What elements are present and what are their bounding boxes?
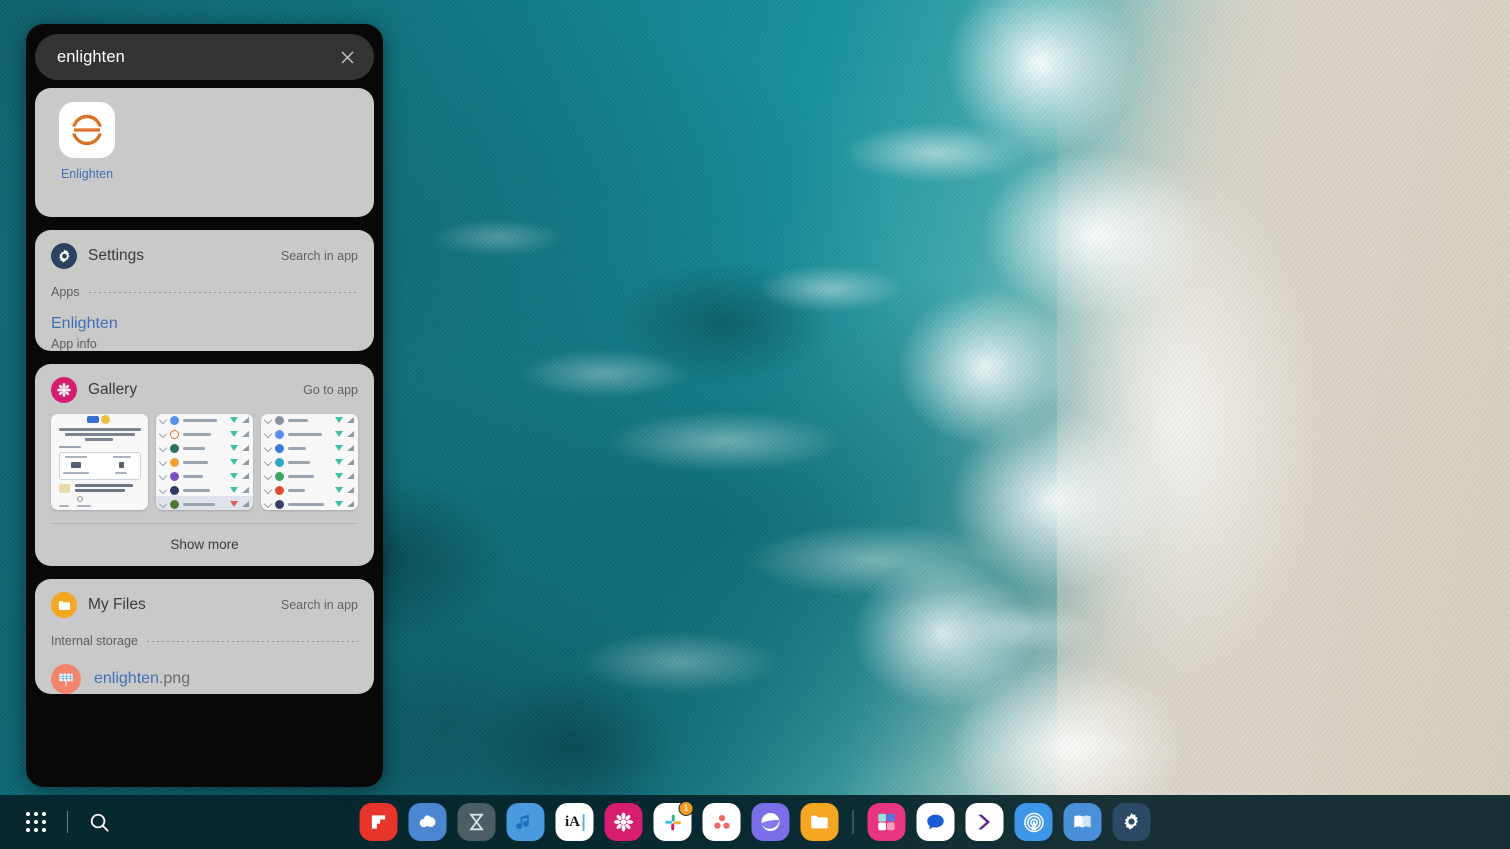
files-search-in-app-link[interactable]: Search in app xyxy=(281,598,358,612)
gallery-thumbnail-2[interactable] xyxy=(156,414,253,510)
app-results-card: Enlighten xyxy=(35,88,374,217)
search-button[interactable] xyxy=(77,800,121,844)
dock-item-color-app[interactable] xyxy=(865,800,909,844)
settings-results-card: Settings Search in app Apps Enlighten Ap… xyxy=(35,230,374,351)
files-section-row: Internal storage xyxy=(35,634,374,648)
file-name: enlighten.png xyxy=(94,670,190,688)
broadcast-icon xyxy=(1014,803,1053,841)
gallery-card-title: Gallery xyxy=(88,381,138,398)
settings-result-subtitle: App info xyxy=(51,337,97,351)
dotted-rule xyxy=(88,291,358,293)
close-icon xyxy=(340,50,354,64)
gallery-card-header: Gallery Go to app xyxy=(35,364,374,403)
gear-icon xyxy=(1112,803,1151,841)
enlighten-app-icon xyxy=(59,102,115,158)
dock-item-samsung-internet[interactable] xyxy=(749,800,793,844)
app-tile-label: Enlighten xyxy=(60,167,114,181)
files-card-header: My Files Search in app xyxy=(35,579,374,618)
dock-item-play-purple[interactable] xyxy=(963,800,1007,844)
dock-item-messages[interactable] xyxy=(914,800,958,844)
files-card-title: My Files xyxy=(88,596,146,613)
files-section-label: Internal storage xyxy=(51,634,138,648)
gallery-thumbnail-1[interactable] xyxy=(51,414,148,510)
dock-item-settings[interactable] xyxy=(1110,800,1154,844)
flipboard-icon xyxy=(359,803,398,841)
slack-notification-badge: 1 xyxy=(678,801,694,816)
taskbar-separator xyxy=(67,811,68,833)
color-blocks-icon xyxy=(867,803,906,841)
clear-search-button[interactable] xyxy=(332,42,362,72)
dock-item-flipboard[interactable] xyxy=(357,800,401,844)
dock-item-asana[interactable] xyxy=(700,800,744,844)
dock: iA 1 xyxy=(357,800,1154,844)
file-name-match: enlighten xyxy=(94,670,159,687)
app-tile-enlighten[interactable]: Enlighten xyxy=(51,102,123,181)
taskbar-left-group xyxy=(0,800,121,844)
file-result-row[interactable]: enlighten.png xyxy=(35,664,374,694)
files-results-card: My Files Search in app Internal storage xyxy=(35,579,374,694)
dock-item-hourglass[interactable] xyxy=(455,800,499,844)
gallery-results-card: Gallery Go to app Show more xyxy=(35,364,374,566)
cloud-icon xyxy=(408,803,447,841)
book-icon xyxy=(1063,803,1102,841)
dock-separator xyxy=(852,810,854,834)
search-icon xyxy=(90,813,109,832)
ia-writer-icon: iA xyxy=(555,803,594,841)
gallery-thumbnail-3[interactable] xyxy=(261,414,358,510)
music-note-icon xyxy=(506,803,545,841)
settings-result-item[interactable]: Enlighten App info xyxy=(35,315,374,351)
chat-bubble-icon xyxy=(916,803,955,841)
settings-card-header: Settings Search in app xyxy=(35,230,374,269)
browser-icon xyxy=(751,803,790,841)
dock-item-ia-writer[interactable]: iA xyxy=(553,800,597,844)
search-input[interactable]: enlighten xyxy=(57,48,332,67)
dock-item-gallery[interactable] xyxy=(602,800,646,844)
gallery-flower-icon xyxy=(604,803,643,841)
gallery-thumbnail-strip xyxy=(35,403,374,510)
apps-grid-icon xyxy=(26,812,46,832)
dotted-rule xyxy=(146,640,358,642)
dock-item-slack[interactable]: 1 xyxy=(651,800,695,844)
gallery-flower-icon xyxy=(51,377,77,403)
search-results-list: Enlighten Settings Search in app Apps En… xyxy=(26,88,383,787)
folder-icon xyxy=(800,803,839,841)
settings-result-title: Enlighten xyxy=(51,315,118,332)
dock-item-cloud[interactable] xyxy=(406,800,450,844)
folder-icon xyxy=(51,592,77,618)
image-file-icon xyxy=(51,664,81,694)
dock-item-reading[interactable] xyxy=(1061,800,1105,844)
search-bar[interactable]: enlighten xyxy=(35,34,374,80)
file-name-extension: .png xyxy=(158,670,191,687)
asana-icon xyxy=(702,803,741,841)
settings-card-title: Settings xyxy=(88,247,145,264)
gallery-go-to-app-link[interactable]: Go to app xyxy=(303,383,358,397)
dock-item-music[interactable] xyxy=(504,800,548,844)
gear-icon xyxy=(51,243,77,269)
dock-item-broadcast[interactable] xyxy=(1012,800,1056,844)
taskbar: iA 1 xyxy=(0,795,1510,849)
dock-item-my-files[interactable] xyxy=(798,800,842,844)
search-overlay-panel: enlighten Enlighten Settings Search in a… xyxy=(26,24,383,787)
hourglass-icon xyxy=(457,803,496,841)
settings-search-in-app-link[interactable]: Search in app xyxy=(281,249,358,263)
settings-section-label: Apps xyxy=(51,285,80,299)
gallery-show-more-button[interactable]: Show more xyxy=(35,524,374,566)
play-chevron-icon xyxy=(965,803,1004,841)
apps-grid-button[interactable] xyxy=(14,800,58,844)
settings-section-row: Apps xyxy=(35,285,374,299)
